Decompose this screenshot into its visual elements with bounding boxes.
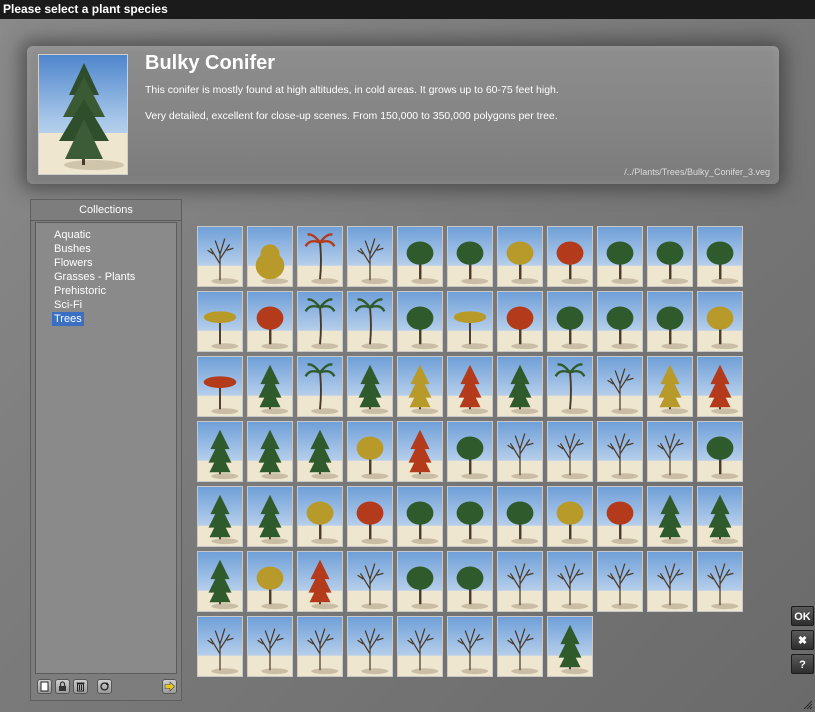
plant-thumbnail[interactable] bbox=[197, 616, 243, 677]
plant-thumbnail[interactable] bbox=[347, 291, 393, 352]
plant-thumbnail[interactable] bbox=[497, 421, 543, 482]
plant-thumbnail[interactable] bbox=[347, 421, 393, 482]
plant-thumbnail[interactable] bbox=[597, 226, 643, 287]
plant-thumbnail[interactable] bbox=[447, 291, 493, 352]
plant-thumbnail[interactable] bbox=[497, 616, 543, 677]
resize-grip-icon[interactable] bbox=[801, 698, 813, 710]
refresh-icon[interactable] bbox=[97, 679, 112, 694]
plant-thumbnail[interactable] bbox=[247, 551, 293, 612]
plant-thumbnail[interactable] bbox=[497, 356, 543, 417]
plant-thumbnail[interactable] bbox=[297, 356, 343, 417]
plant-thumbnail[interactable] bbox=[597, 291, 643, 352]
plant-thumbnail[interactable] bbox=[297, 226, 343, 287]
plant-thumbnail[interactable] bbox=[247, 356, 293, 417]
plant-thumbnail[interactable] bbox=[197, 291, 243, 352]
plant-thumbnail[interactable] bbox=[347, 616, 393, 677]
ok-button[interactable]: OK bbox=[791, 606, 814, 626]
collections-toolbar bbox=[35, 678, 177, 696]
plant-thumbnail[interactable] bbox=[697, 356, 743, 417]
plant-thumbnail[interactable] bbox=[197, 551, 243, 612]
plant-thumbnail[interactable] bbox=[197, 486, 243, 547]
plant-thumbnail[interactable] bbox=[697, 486, 743, 547]
plant-thumbnail[interactable] bbox=[297, 291, 343, 352]
plant-thumbnail[interactable] bbox=[297, 421, 343, 482]
lock-icon[interactable] bbox=[55, 679, 70, 694]
plant-thumbnail[interactable] bbox=[447, 616, 493, 677]
plant-thumbnail[interactable] bbox=[497, 226, 543, 287]
cancel-button[interactable]: ✖ bbox=[791, 630, 814, 650]
plant-thumbnail[interactable] bbox=[647, 226, 693, 287]
plant-thumbnail[interactable] bbox=[447, 421, 493, 482]
plant-thumbnail[interactable] bbox=[547, 486, 593, 547]
plant-thumbnail[interactable] bbox=[247, 226, 293, 287]
plant-thumbnail[interactable] bbox=[347, 226, 393, 287]
window-title: Please select a plant species bbox=[0, 0, 815, 19]
plant-thumbnail[interactable] bbox=[197, 356, 243, 417]
plant-thumbnail[interactable] bbox=[247, 291, 293, 352]
plant-thumbnail[interactable] bbox=[697, 551, 743, 612]
plant-thumbnail[interactable] bbox=[347, 356, 393, 417]
plant-thumbnail[interactable] bbox=[447, 226, 493, 287]
plant-thumbnail[interactable] bbox=[597, 421, 643, 482]
plant-thumbnail[interactable] bbox=[697, 291, 743, 352]
plant-thumbnail[interactable] bbox=[697, 226, 743, 287]
plant-thumbnail[interactable] bbox=[197, 226, 243, 287]
plant-thumbnail[interactable] bbox=[547, 551, 593, 612]
plant-thumbnail[interactable] bbox=[447, 551, 493, 612]
plant-thumbnail[interactable] bbox=[597, 486, 643, 547]
dialog-body: Bulky Conifer This conifer is mostly fou… bbox=[0, 19, 815, 712]
plant-thumbnail[interactable] bbox=[547, 616, 593, 677]
collections-list[interactable]: Aquatic Bushes Flowers Grasses - Plants … bbox=[35, 222, 177, 674]
collection-item-trees[interactable]: Trees bbox=[52, 312, 84, 326]
new-collection-icon[interactable] bbox=[37, 679, 52, 694]
plant-thumbnail[interactable] bbox=[597, 551, 643, 612]
plant-thumbnail[interactable] bbox=[647, 291, 693, 352]
plant-thumbnail[interactable] bbox=[647, 486, 693, 547]
plant-thumbnail[interactable] bbox=[697, 421, 743, 482]
plant-thumbnail[interactable] bbox=[397, 616, 443, 677]
species-title: Bulky Conifer bbox=[145, 52, 276, 74]
plant-thumbnail[interactable] bbox=[197, 421, 243, 482]
species-details: Very detailed, excellent for close-up sc… bbox=[145, 110, 558, 122]
arrow-right-icon[interactable] bbox=[162, 679, 177, 694]
plant-thumbnail[interactable] bbox=[547, 356, 593, 417]
plant-thumbnail[interactable] bbox=[397, 421, 443, 482]
plant-thumbnail[interactable] bbox=[347, 486, 393, 547]
delete-icon[interactable] bbox=[73, 679, 88, 694]
plant-thumbnail[interactable] bbox=[397, 356, 443, 417]
plant-thumbnail[interactable] bbox=[447, 486, 493, 547]
plant-thumbnail[interactable] bbox=[247, 616, 293, 677]
species-description: This conifer is mostly found at high alt… bbox=[145, 84, 559, 96]
plant-thumbnail[interactable] bbox=[397, 551, 443, 612]
plant-thumbnail[interactable] bbox=[647, 356, 693, 417]
plant-thumbnail[interactable] bbox=[497, 551, 543, 612]
plant-thumbnail[interactable] bbox=[447, 356, 493, 417]
plant-thumbnail[interactable] bbox=[297, 551, 343, 612]
plant-thumbnail[interactable] bbox=[497, 291, 543, 352]
plant-thumbnail[interactable] bbox=[247, 421, 293, 482]
plant-thumbnail[interactable] bbox=[297, 616, 343, 677]
plant-thumbnail[interactable] bbox=[547, 226, 593, 287]
plant-thumbnail[interactable] bbox=[347, 551, 393, 612]
plant-thumbnail[interactable] bbox=[547, 421, 593, 482]
species-info-panel: Bulky Conifer This conifer is mostly fou… bbox=[27, 46, 779, 184]
plant-thumbnail[interactable] bbox=[397, 486, 443, 547]
plant-thumbnail[interactable] bbox=[397, 291, 443, 352]
plant-thumbnail[interactable] bbox=[647, 551, 693, 612]
help-button[interactable]: ? bbox=[791, 654, 814, 674]
plant-thumbnail[interactable] bbox=[247, 486, 293, 547]
plant-thumbnail[interactable] bbox=[297, 486, 343, 547]
plant-thumbnail[interactable] bbox=[597, 356, 643, 417]
species-preview-image bbox=[38, 54, 128, 175]
species-file-path: /../Plants/Trees/Bulky_Conifer_3.veg bbox=[624, 167, 770, 177]
plant-thumbnail[interactable] bbox=[497, 486, 543, 547]
plant-thumbnail[interactable] bbox=[397, 226, 443, 287]
collections-panel: Collections Aquatic Bushes Flowers Grass… bbox=[30, 199, 182, 701]
plant-thumbnail[interactable] bbox=[647, 421, 693, 482]
plant-thumbnail[interactable] bbox=[547, 291, 593, 352]
plant-thumbnail-grid bbox=[197, 226, 757, 696]
collections-header: Collections bbox=[31, 200, 181, 221]
